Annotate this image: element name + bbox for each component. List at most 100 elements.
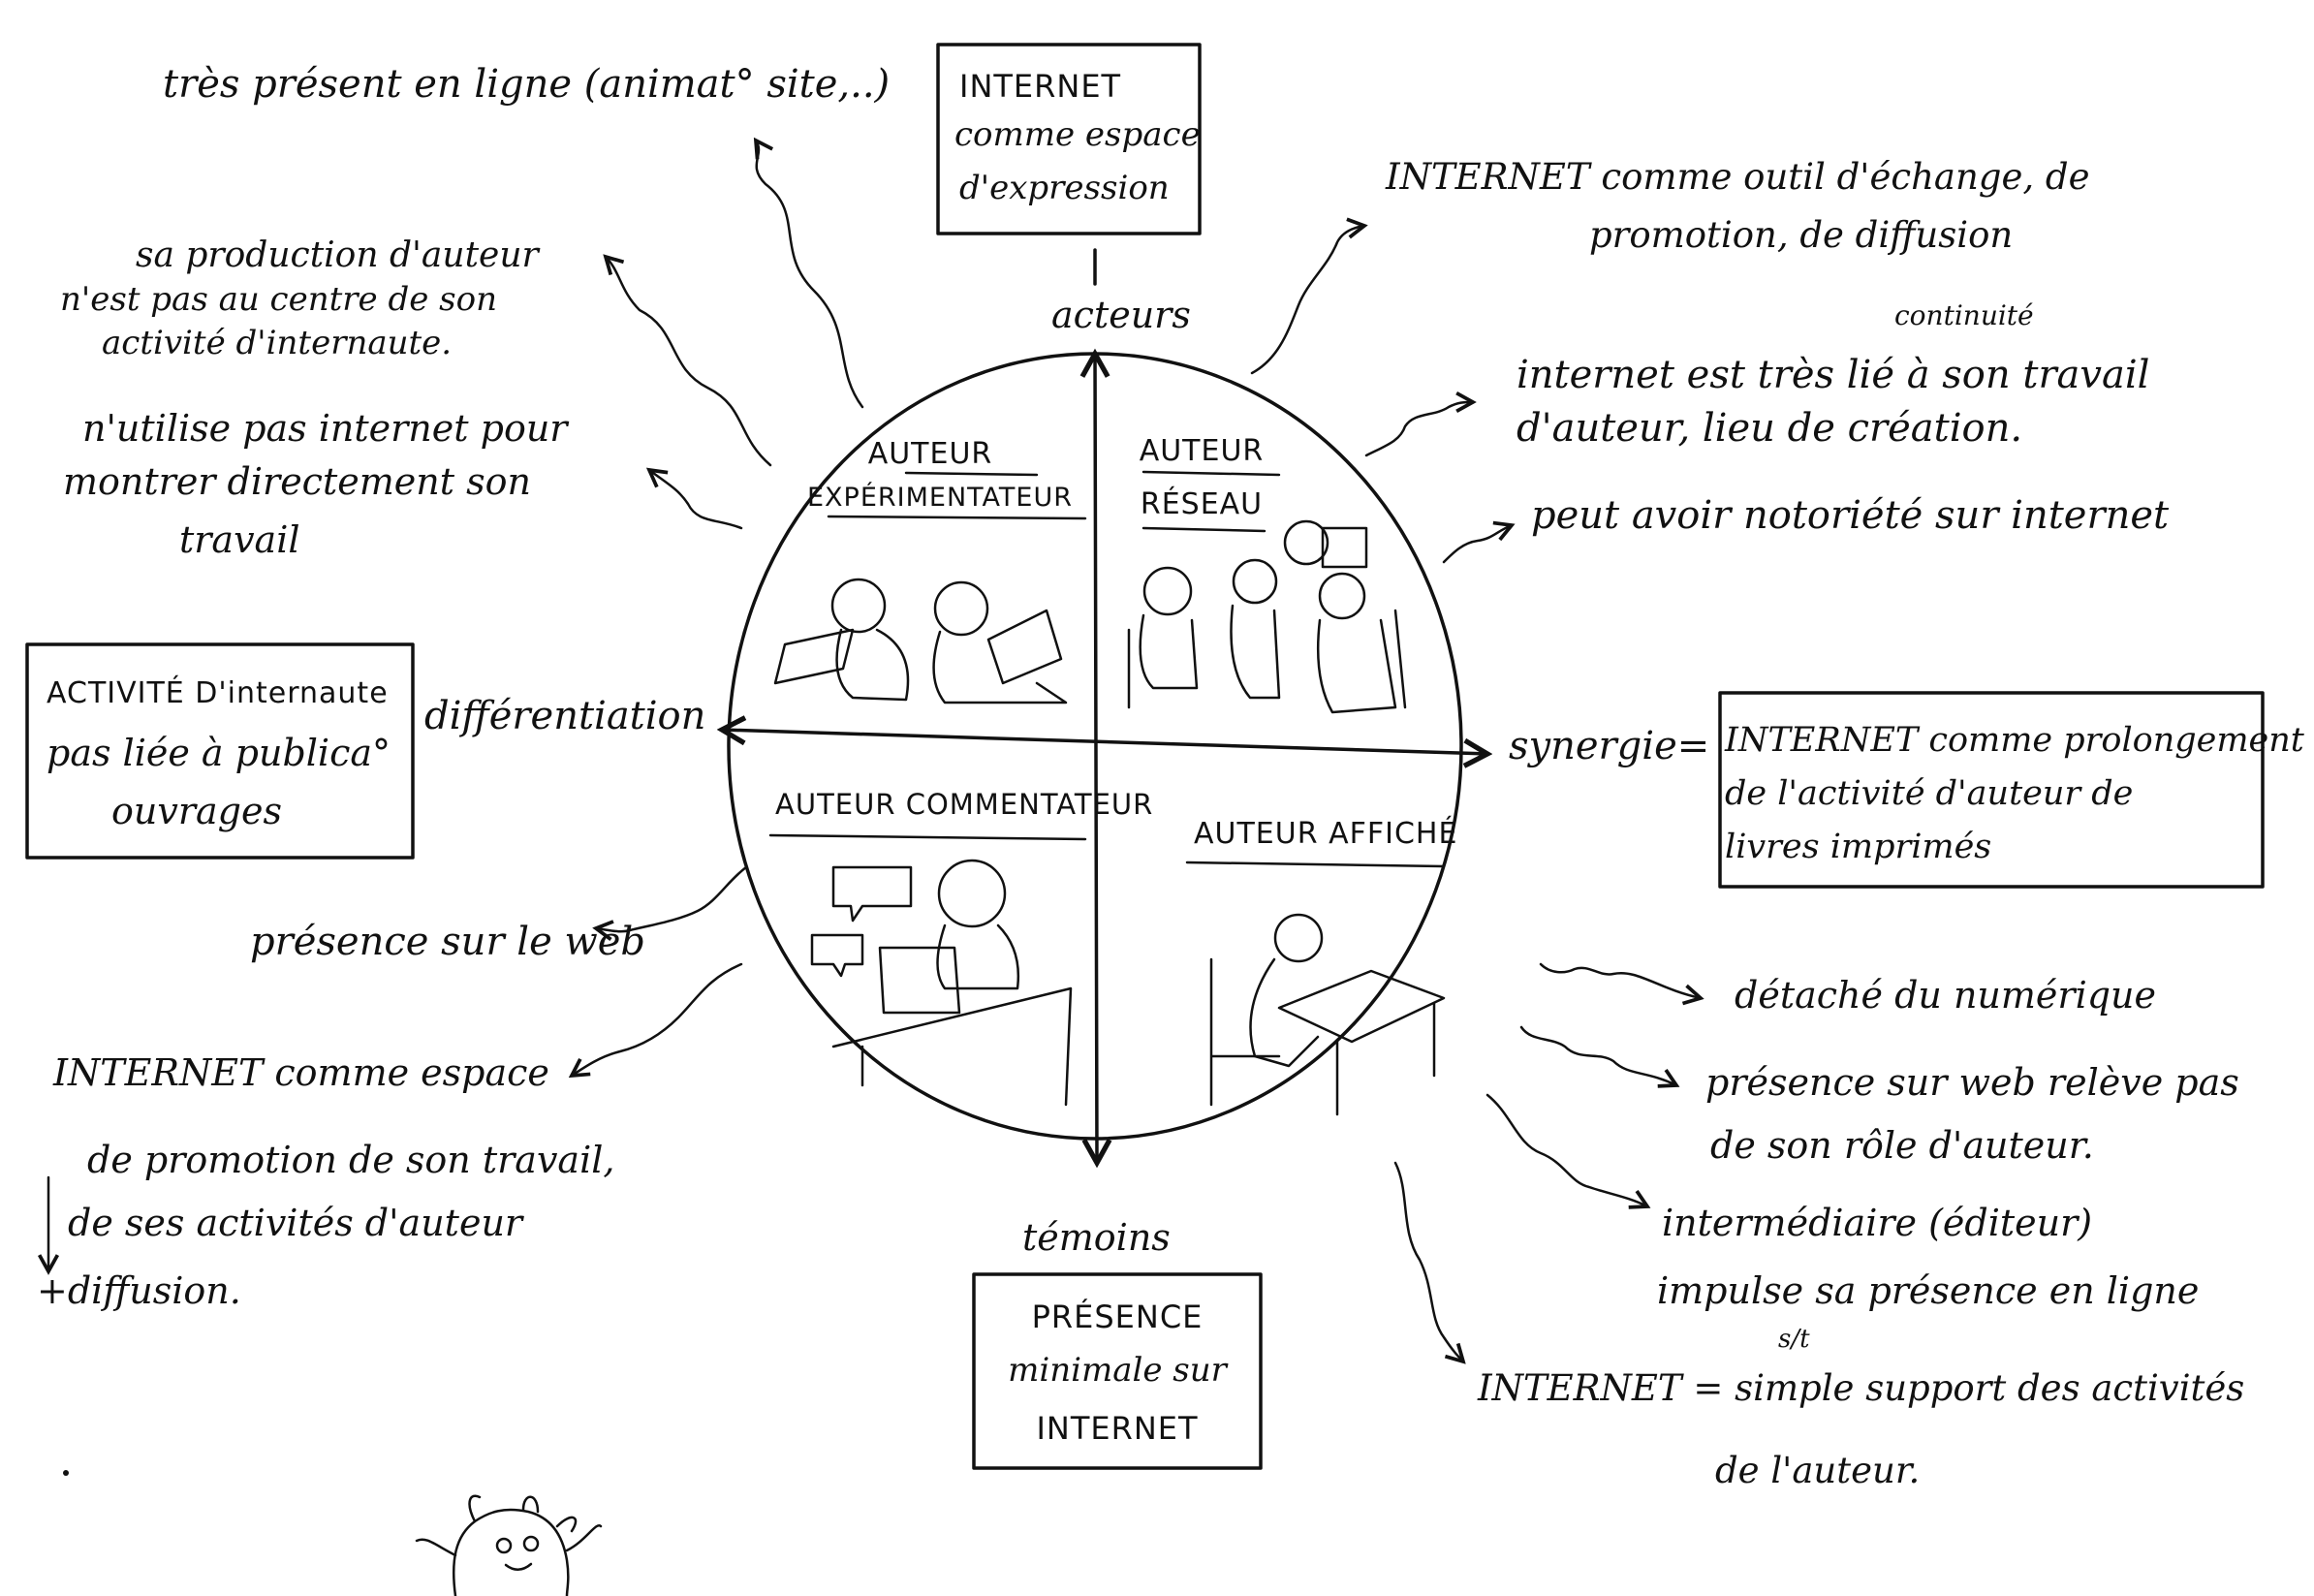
note-intermediary-sub: s/t <box>1778 1325 1810 1354</box>
note-detached: détaché du numérique <box>1735 974 2156 1017</box>
note-intermediary-1: intermédiaire (éditeur) <box>1662 1202 2092 1244</box>
desk-sketch <box>831 986 1073 1107</box>
note-notoriety: peut avoir notoriété sur internet <box>1531 493 2170 538</box>
quadrant-title-experimentateur-2: EXPÉRIMENTATEUR <box>807 482 1073 513</box>
box-top-line-1: INTERNET <box>959 68 1121 105</box>
box-bottom-line-2: minimale sur <box>1008 1351 1229 1390</box>
underline <box>1141 470 1281 477</box>
note-production-3: activité d'internaute. <box>102 324 452 362</box>
squiggle-arrow <box>572 962 743 1076</box>
sketch-canvas: acteurs témoins différentiation synergie… <box>25 43 2305 1596</box>
squiggle-arrow <box>1442 525 1512 564</box>
note-not-showing-1: n'utilise pas internet pour <box>82 407 570 450</box>
sketch-commentateur <box>810 859 1073 1107</box>
underline <box>768 833 1087 841</box>
note-linked-2: d'auteur, lieu de création. <box>1517 406 2022 451</box>
sketch-reseau <box>1127 519 1407 714</box>
desk-sketch <box>1277 969 1446 1044</box>
underline <box>827 515 1087 520</box>
box-left-activite: ACTIVITÉ D'internaute pas liée à publica… <box>25 642 415 860</box>
person-sketch <box>933 580 989 637</box>
person-sketch <box>1232 558 1278 605</box>
box-top-line-2: comme espace <box>954 115 1201 154</box>
note-web-presence: présence sur le web <box>250 920 645 964</box>
vertical-axis-arrow <box>1095 354 1097 1163</box>
sketch-experimentateur <box>773 578 1068 704</box>
person-sketch <box>1316 618 1397 714</box>
chair-sketch <box>1209 957 1281 1107</box>
box-left-line-2: pas liée à publica° <box>47 732 391 774</box>
axis-label-bottom: témoins <box>1022 1216 1171 1259</box>
monster-doodle-icon <box>415 1494 603 1596</box>
quadrant-title-experimentateur-1: AUTEUR <box>868 437 993 471</box>
note-production-2: n'est pas au centre de son <box>60 280 497 319</box>
laptop-sketch <box>986 609 1063 685</box>
box-right-line-3: livres imprimés <box>1725 828 1991 866</box>
speech-bubble <box>810 933 864 978</box>
axis-label-top: acteurs <box>1051 294 1191 336</box>
quadrant-title-affiche: AUTEUR AFFICHÉ <box>1194 816 1457 851</box>
squiggle-arrow <box>1364 402 1473 457</box>
squiggle-arrow <box>756 141 864 409</box>
laptop-sketch <box>773 628 855 685</box>
person-sketch <box>1273 913 1324 963</box>
note-support-2: de l'auteur. <box>1715 1450 1920 1491</box>
box-right-line-1: INTERNET comme prolongement <box>1724 721 2305 760</box>
laptop-sketch <box>1321 526 1368 569</box>
note-role-1: présence sur web relève pas <box>1705 1061 2239 1104</box>
squiggle-arrow <box>649 470 743 530</box>
note-not-showing-3: travail <box>179 518 300 561</box>
squiggle-arrow <box>1485 1093 1647 1206</box>
box-bottom-line-1: PRÉSENCE <box>1032 1299 1204 1335</box>
note-exchange-2: promotion, de diffusion <box>1589 214 2013 256</box>
note-promotion-1: INTERNET comme espace <box>52 1051 549 1094</box>
laptop-sketch <box>878 946 961 1015</box>
ink-dot <box>63 1470 69 1476</box>
note-support-1: INTERNET = simple support des activités <box>1477 1367 2244 1409</box>
box-top-line-3: d'expression <box>959 169 1170 207</box>
note-continuity-label: continuité <box>1894 299 2034 331</box>
note-not-showing-2: montrer directement son <box>63 460 531 503</box>
sketch-affiche <box>1209 913 1446 1116</box>
chair-sketch <box>1127 609 1407 709</box>
quadrant-title-reseau-2: RÉSEAU <box>1141 486 1263 521</box>
note-exchange-1: INTERNET comme outil d'échange, de <box>1385 156 2089 198</box>
person-sketch <box>1318 572 1366 620</box>
box-top-expression: INTERNET comme espace d'expression <box>936 43 1202 235</box>
underline <box>904 471 1039 477</box>
central-diagram <box>722 248 1487 1163</box>
person-sketch <box>1139 613 1199 690</box>
person-sketch <box>1283 519 1329 566</box>
note-production-1: sa production d'auteur <box>136 235 541 275</box>
person-sketch <box>835 628 910 702</box>
person-sketch <box>937 859 1007 928</box>
quadrant-top-left: AUTEUR EXPÉRIMENTATEUR <box>807 437 1087 520</box>
squiggle-arrow <box>606 257 772 467</box>
squiggle-arrow <box>1250 226 1364 375</box>
quadrant-title-reseau-1: AUTEUR <box>1140 434 1265 468</box>
desk-sketch <box>1335 1001 1436 1116</box>
squiggle-arrow <box>1519 1025 1676 1085</box>
person-sketch <box>1230 604 1281 700</box>
quadrant-top-right: AUTEUR RÉSEAU <box>1140 434 1281 533</box>
quadrant-title-commentateur: AUTEUR COMMENTATEUR <box>775 788 1153 821</box>
note-promotion-2: de promotion de son travail, <box>87 1139 614 1181</box>
box-left-line-1: ACTIVITÉ D'internaute <box>47 675 389 710</box>
person-sketch <box>1142 566 1193 616</box>
box-left-line-3: ouvrages <box>111 790 282 832</box>
speech-bubble <box>831 865 913 923</box>
person-sketch <box>1249 957 1320 1068</box>
squiggle-arrow <box>1539 962 1701 998</box>
note-online-presence: très présent en ligne (animat° site,..) <box>163 62 890 107</box>
axis-label-right: synergie= <box>1509 724 1709 768</box>
person-sketch <box>936 923 1019 990</box>
note-promotion-3: de ses activités d'auteur <box>68 1202 525 1244</box>
squiggle-arrow <box>1393 1161 1463 1361</box>
horizontal-axis-arrow <box>722 730 1487 754</box>
note-role-2: de son rôle d'auteur. <box>1710 1124 2094 1167</box>
underline <box>1185 861 1446 868</box>
box-bottom-line-3: INTERNET <box>1036 1410 1198 1447</box>
person-sketch <box>932 630 1068 704</box>
box-right-prolongement: INTERNET comme prolongement de l'activit… <box>1718 691 2305 889</box>
box-bottom-presence: PRÉSENCE minimale sur INTERNET <box>972 1272 1263 1470</box>
